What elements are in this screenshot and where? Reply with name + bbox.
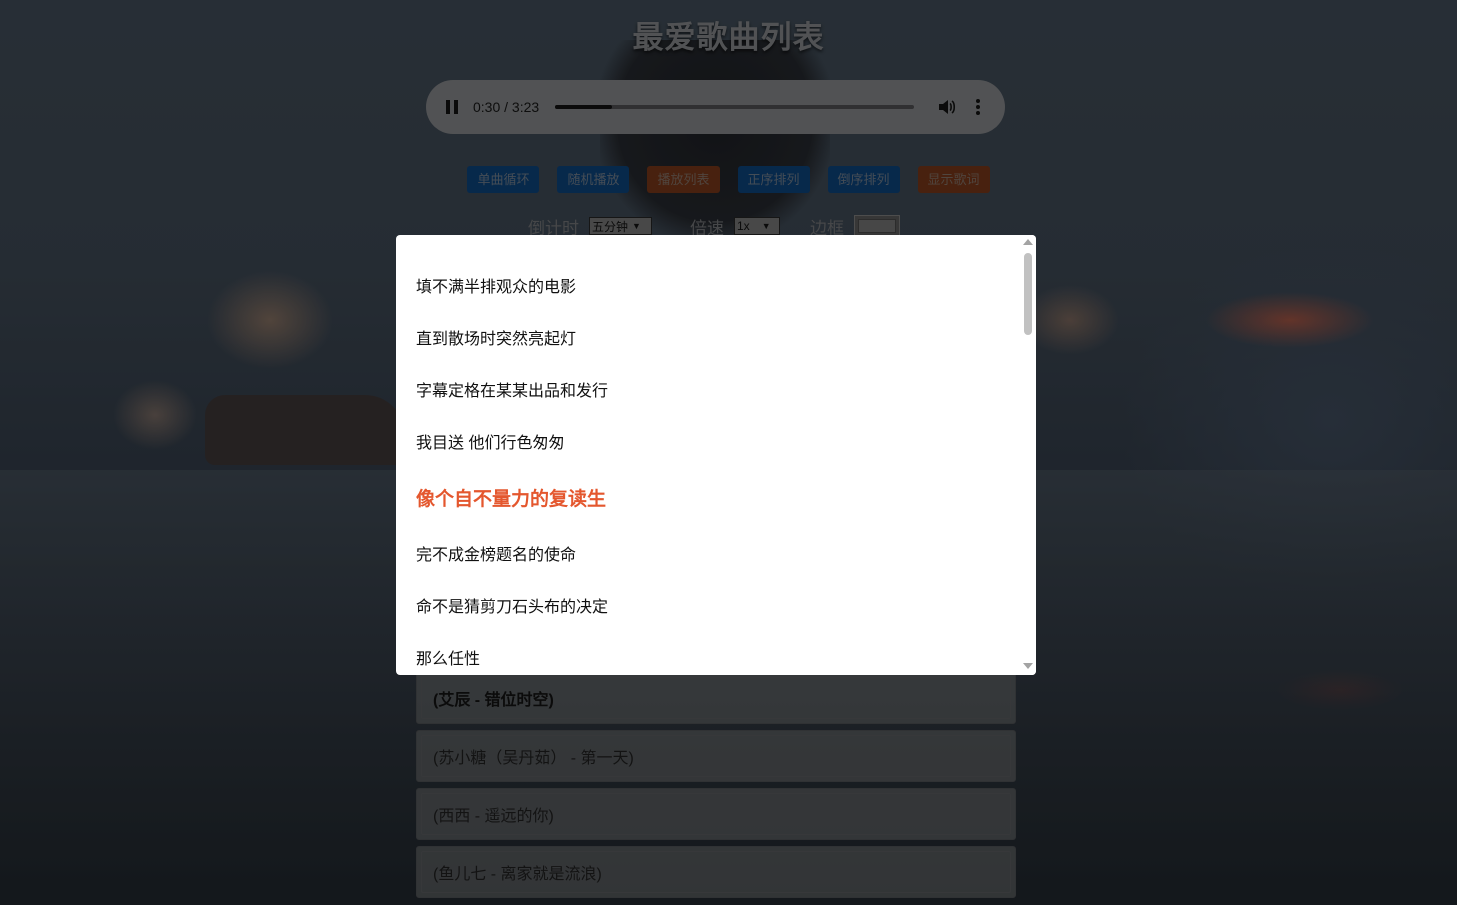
lyric-line: 我目送 他们行色匆匆 [416, 435, 565, 452]
lyric-line: 命不是猜剪刀石头布的决定 [416, 599, 609, 616]
lyric-line: 那么任性 [416, 651, 481, 668]
lyrics-panel[interactable]: 填不满半排观众的电影 直到散场时突然亮起灯 字幕定格在某某出品和发行 我目送 他… [396, 235, 1036, 675]
lyrics-scrollbar[interactable] [1020, 235, 1036, 675]
scroll-up-icon[interactable] [1023, 239, 1033, 245]
lyric-line: 完不成金榜题名的使命 [416, 547, 577, 564]
lyric-line: 填不满半排观众的电影 [416, 279, 577, 296]
lyrics-list: 填不满半排观众的电影 直到散场时突然亮起灯 字幕定格在某某出品和发行 我目送 他… [416, 262, 1016, 675]
current-lyric-line: 像个自不量力的复读生 [416, 489, 607, 510]
scroll-thumb[interactable] [1024, 253, 1032, 335]
scroll-down-icon[interactable] [1023, 663, 1033, 669]
lyric-line: 直到散场时突然亮起灯 [416, 331, 577, 348]
lyric-line: 字幕定格在某某出品和发行 [416, 383, 609, 400]
